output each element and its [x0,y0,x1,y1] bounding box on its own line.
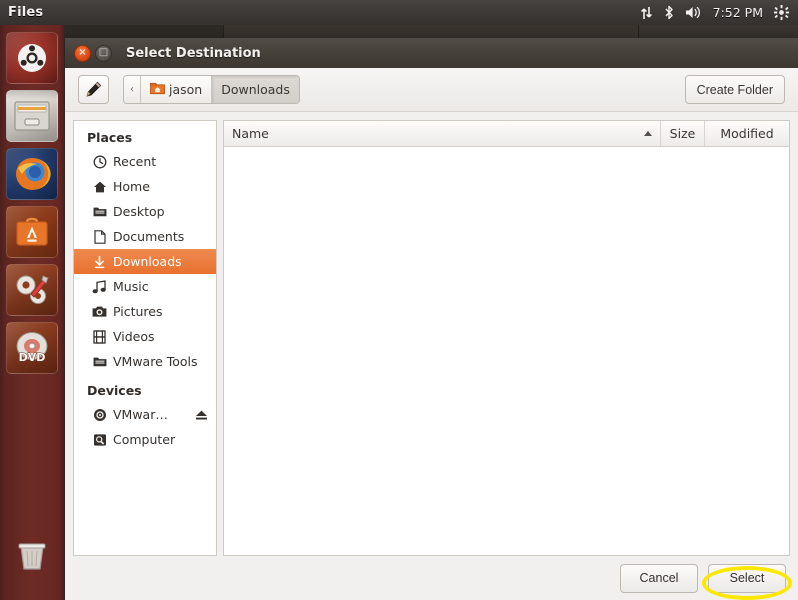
sidebar-item-label: Music [113,279,149,294]
system-menu-icon[interactable] [774,0,789,25]
select-destination-dialog: × □ Select Destination ‹ jason Downloads… [64,38,798,600]
sidebar-heading-devices: Devices [87,383,142,398]
briefcase-glyph [6,206,58,258]
close-icon[interactable]: × [74,44,91,62]
disc-icon [92,407,107,422]
download-icon [92,254,107,269]
files-icon[interactable] [6,90,58,142]
sidebar-item-videos[interactable]: Videos [74,324,216,349]
network-icon[interactable] [640,0,653,25]
breadcrumb-separator[interactable]: ‹ [124,76,141,103]
dialog-title: Select Destination [126,45,261,61]
ubuntu-dash-icon[interactable] [6,32,58,84]
svg-text:DVD: DVD [19,351,46,364]
ubuntu-logo-glyph [6,32,58,84]
breadcrumb-item-downloads[interactable]: Downloads [212,76,299,103]
maximize-icon[interactable]: □ [95,44,112,62]
dialog-titlebar[interactable]: × □ Select Destination [65,38,798,68]
sidebar-item-label: Downloads [113,254,182,269]
breadcrumb-label: Downloads [221,82,290,97]
sidebar-item-vmware-tools[interactable]: VMware Tools [74,349,216,374]
clock[interactable]: 7:52 PM [713,5,763,20]
sidebar-item-label: Desktop [113,204,165,219]
computer-icon [92,432,107,447]
panel-indicator-area: 7:52 PM [640,0,798,25]
dialog-body: Places Recent Home Desktop Documents Dow… [65,112,798,556]
column-header-name[interactable]: Name [224,121,661,146]
sidebar-item-label: Pictures [113,304,163,319]
sidebar-item-label: VMwar… [113,407,168,422]
folder-icon [92,354,107,369]
clock-icon [92,154,107,169]
pencil-icon[interactable] [78,75,109,104]
column-header-label: Modified [720,126,774,141]
places-sidebar: Places Recent Home Desktop Documents Dow… [73,120,217,556]
dvd-icon[interactable]: DVD [6,322,58,374]
select-button[interactable]: Select [708,563,786,593]
file-list: Name Size Modified [223,120,790,556]
sidebar-item-desktop[interactable]: Desktop [74,199,216,224]
breadcrumb: ‹ jason Downloads [123,75,300,104]
dvd-disc-glyph: DVD [6,322,58,374]
cancel-button[interactable]: Cancel [620,563,698,593]
file-list-header: Name Size Modified [224,121,789,147]
column-header-label: Name [232,126,269,141]
eject-icon[interactable] [195,409,208,421]
breadcrumb-item-jason[interactable]: jason [141,76,213,103]
sidebar-item-downloads[interactable]: Downloads [74,249,216,274]
panel-app-menu[interactable]: Files [8,5,43,20]
file-list-rows[interactable] [224,147,789,555]
column-header-label: Size [669,126,696,141]
home-folder-icon [150,82,165,98]
unity-launcher: DVD [0,25,64,600]
sidebar-item-music[interactable]: Music [74,274,216,299]
sidebar-item-pictures[interactable]: Pictures [74,299,216,324]
firefox-glyph [6,148,58,200]
gear-wrench-glyph [6,264,58,316]
desktop: Files 7:52 PM DVD × □ Select Destination… [0,0,798,600]
trash-icon[interactable] [6,530,58,582]
sidebar-heading-places: Places [87,130,133,145]
launcher-bottom-section [0,526,64,588]
column-header-modified[interactable]: Modified [705,121,789,146]
camera-icon [92,304,107,319]
bluetooth-icon[interactable] [664,0,674,25]
firefox-icon[interactable] [6,148,58,200]
system-settings-icon[interactable] [6,264,58,316]
sidebar-item-label: Documents [113,229,185,244]
sidebar-item-label: Computer [113,432,176,447]
top-panel: Files 7:52 PM [0,0,798,25]
sidebar-item-recent[interactable]: Recent [74,149,216,174]
sidebar-item-home[interactable]: Home [74,174,216,199]
document-icon [92,229,107,244]
trash-bin-glyph [6,530,58,582]
film-icon [92,329,107,344]
dialog-toolbar: ‹ jason Downloads Create Folder [65,68,798,112]
file-cabinet-glyph [6,90,58,142]
sidebar-item-computer[interactable]: Computer [74,427,216,452]
sort-ascending-icon [644,131,652,136]
music-note-icon [92,279,107,294]
dialog-action-bar: Cancel Select [65,556,798,600]
create-folder-button[interactable]: Create Folder [684,75,785,104]
sidebar-item-label: Home [113,179,150,194]
sidebar-item-vmware-disc[interactable]: VMwar… [74,402,216,427]
software-center-icon[interactable] [6,206,58,258]
sidebar-item-label: VMware Tools [113,354,198,369]
sidebar-item-label: Videos [113,329,155,344]
breadcrumb-label: jason [169,82,203,97]
volume-icon[interactable] [685,0,702,25]
folder-icon [92,204,107,219]
home-icon [92,179,107,194]
sidebar-item-documents[interactable]: Documents [74,224,216,249]
column-header-size[interactable]: Size [661,121,705,146]
sidebar-item-label: Recent [113,154,157,169]
